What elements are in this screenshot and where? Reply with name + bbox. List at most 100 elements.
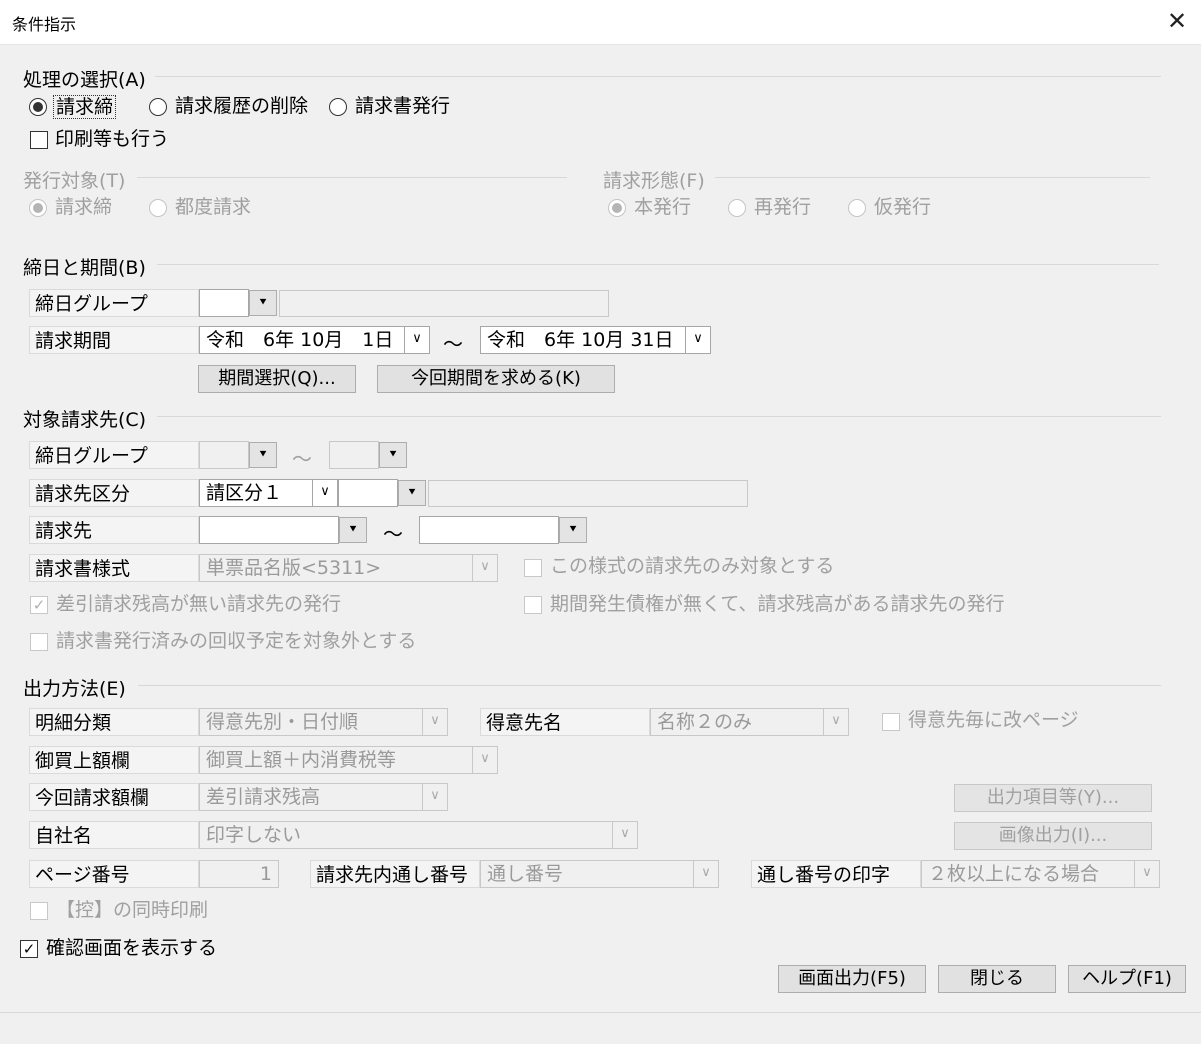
target-closing-tilde: ～ <box>292 447 312 471</box>
print-checkbox-label[interactable]: 印刷等も行う <box>55 128 169 150</box>
target-closing-group-to-picker[interactable]: ⯆ <box>379 442 407 468</box>
serial-print-dropdown[interactable]: ∨ <box>1134 860 1160 888</box>
window-title: 条件指示 <box>12 15 77 34</box>
company-name-label: 自社名 <box>29 821 199 849</box>
issue-target-label: 発行対象(T) <box>23 170 126 192</box>
radio-form-sai-label: 再発行 <box>754 196 812 218</box>
company-name-dropdown[interactable]: ∨ <box>612 821 638 849</box>
closing-group-picker[interactable]: ⯆ <box>249 290 277 316</box>
group-divider <box>138 685 1161 686</box>
only-style-checkbox[interactable] <box>524 559 542 577</box>
copy-print-checkbox[interactable] <box>30 902 48 920</box>
target-closing-group-to[interactable] <box>329 441 379 469</box>
exclude-collected-checkbox[interactable] <box>30 633 48 651</box>
page-number-label: ページ番号 <box>29 860 199 888</box>
customer-from-picker[interactable]: ⯆ <box>339 517 367 543</box>
customer-to-input[interactable] <box>419 516 559 544</box>
billing-form-label: 請求形態(F) <box>603 170 705 192</box>
title-bar <box>0 0 1201 45</box>
copy-print-checkbox-label: 【控】の同時印刷 <box>56 899 209 921</box>
customer-category-picker[interactable]: ⯆ <box>398 480 426 506</box>
company-name-select[interactable]: 印字しない <box>199 821 613 849</box>
serial-number-dropdown[interactable]: ∨ <box>693 860 719 888</box>
period-group-label: 締日と期間(B) <box>23 257 146 279</box>
radio-form-kari-label: 仮発行 <box>874 196 932 218</box>
confirm-screen-checkbox-label[interactable]: 確認画面を表示する <box>46 937 217 959</box>
period-to-date[interactable]: 令和 6年 10月 31日 <box>480 326 686 354</box>
customer-category-select[interactable]: 請区分１ <box>199 479 313 507</box>
customer-name-dropdown[interactable]: ∨ <box>823 708 849 736</box>
closing-group-label: 締日グループ <box>29 289 199 317</box>
purchase-label: 御買上額欄 <box>29 746 199 774</box>
no-balance-checkbox-label: 差引請求残高が無い請求先の発行 <box>56 593 342 615</box>
customer-tilde: ～ <box>383 522 403 546</box>
status-bar-divider <box>0 1012 1201 1013</box>
no-debt-checkbox-label: 期間発生債権が無くて、請求残高がある請求先の発行 <box>550 593 1005 615</box>
radio-delete-history[interactable] <box>149 98 167 116</box>
customer-category-dropdown[interactable]: ∨ <box>312 479 338 507</box>
output-group-label: 出力方法(E) <box>23 678 126 700</box>
customer-category-code[interactable] <box>338 479 398 507</box>
detail-dropdown[interactable]: ∨ <box>422 708 448 736</box>
radio-form-hon[interactable] <box>608 199 626 217</box>
radio-seikyu-shime-label[interactable]: 請求締 <box>53 95 117 119</box>
invoice-style-dropdown[interactable]: ∨ <box>472 554 498 582</box>
page-break-checkbox-label: 得意先毎に改ページ <box>908 709 1079 731</box>
customer-category-name <box>428 480 748 507</box>
radio-issue-invoice-label[interactable]: 請求書発行 <box>355 95 450 117</box>
group-divider <box>157 264 1159 265</box>
image-output-button[interactable]: 画像出力(I)... <box>954 822 1152 850</box>
serial-print-select[interactable]: ２枚以上になる場合 <box>921 860 1135 888</box>
page-break-checkbox[interactable] <box>882 713 900 731</box>
output-items-button[interactable]: 出力項目等(Y)... <box>954 784 1152 812</box>
help-button[interactable]: ヘルプ(F1) <box>1068 965 1186 993</box>
calc-period-button[interactable]: 今回期間を求める(K) <box>377 365 615 393</box>
processing-group-label: 処理の選択(A) <box>23 69 146 91</box>
serial-number-select[interactable]: 通し番号 <box>480 860 694 888</box>
screen-output-button[interactable]: 画面出力(F5) <box>778 965 926 993</box>
period-to-dropdown[interactable]: ∨ <box>685 326 711 354</box>
no-balance-checkbox[interactable]: ✓ <box>30 596 48 614</box>
group-divider <box>715 177 1150 178</box>
detail-label: 明細分類 <box>29 708 199 736</box>
billing-period-label: 請求期間 <box>29 326 199 354</box>
radio-issue-invoice[interactable] <box>329 98 347 116</box>
close-button[interactable]: 閉じる <box>938 965 1056 993</box>
purchase-dropdown[interactable]: ∨ <box>472 746 498 774</box>
target-group-label: 対象請求先(C) <box>23 409 147 431</box>
period-from-dropdown[interactable]: ∨ <box>404 326 430 354</box>
serial-print-label: 通し番号の印字 <box>751 860 921 888</box>
target-closing-group-label: 締日グループ <box>29 441 199 469</box>
current-amount-label: 今回請求額欄 <box>29 783 199 811</box>
radio-form-kari[interactable] <box>848 199 866 217</box>
closing-group-name <box>279 290 609 317</box>
radio-seikyu-shime[interactable] <box>29 98 47 116</box>
period-from-date[interactable]: 令和 6年 10月 1日 <box>199 326 405 354</box>
radio-target-tsudo-label: 都度請求 <box>175 196 252 218</box>
confirm-screen-checkbox[interactable]: ✓ <box>20 940 38 958</box>
close-icon[interactable]: ✕ <box>1160 4 1194 38</box>
closing-group-input[interactable] <box>199 289 249 317</box>
no-debt-checkbox[interactable] <box>524 596 542 614</box>
radio-delete-history-label[interactable]: 請求履歴の削除 <box>175 95 308 117</box>
customer-from-input[interactable] <box>199 516 339 544</box>
only-style-checkbox-label: この様式の請求先のみ対象とする <box>550 555 835 577</box>
current-amount-select[interactable]: 差引請求残高 <box>199 783 423 811</box>
period-tilde: ～ <box>443 332 463 356</box>
target-closing-group-from-picker[interactable]: ⯆ <box>249 442 277 468</box>
radio-form-sai[interactable] <box>728 199 746 217</box>
page-number-input[interactable]: 1 <box>199 860 279 888</box>
period-select-button[interactable]: 期間選択(Q)... <box>198 365 356 393</box>
radio-target-shime[interactable] <box>29 199 47 217</box>
group-divider <box>137 177 567 178</box>
invoice-style-select[interactable]: 単票品名版<5311> <box>199 554 473 582</box>
customer-to-picker[interactable]: ⯆ <box>559 517 587 543</box>
detail-select[interactable]: 得意先別・日付順 <box>199 708 423 736</box>
radio-target-tsudo[interactable] <box>149 199 167 217</box>
radio-form-hon-label: 本発行 <box>634 196 692 218</box>
customer-name-select[interactable]: 名称２のみ <box>650 708 824 736</box>
print-checkbox[interactable] <box>30 131 48 149</box>
purchase-select[interactable]: 御買上額＋内消費税等 <box>199 746 473 774</box>
current-amount-dropdown[interactable]: ∨ <box>422 783 448 811</box>
target-closing-group-from[interactable] <box>199 441 249 469</box>
